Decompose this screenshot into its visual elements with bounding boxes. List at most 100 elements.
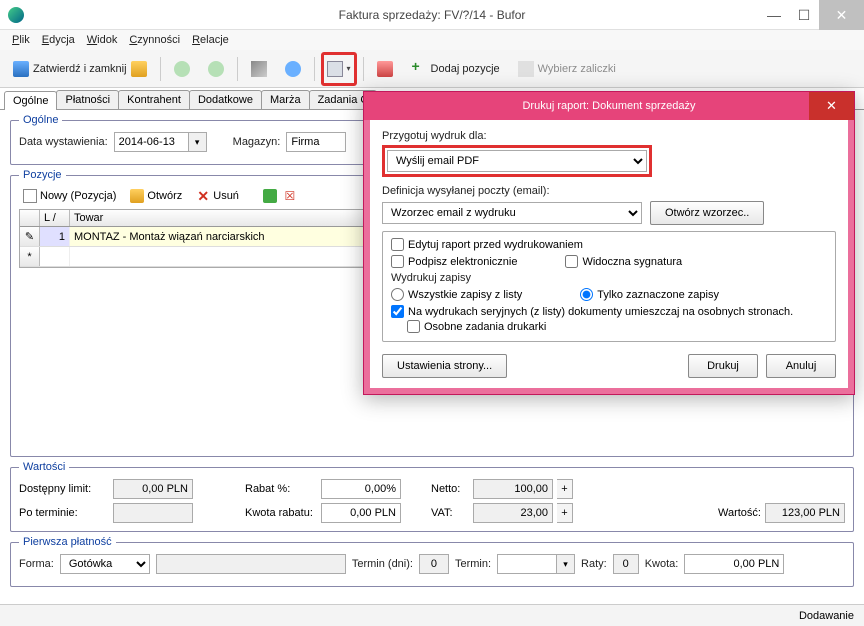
maximize-button[interactable]: ☐	[789, 0, 819, 30]
input-dostepny-limit	[113, 479, 193, 499]
label-netto: Netto:	[431, 483, 469, 495]
tools-icon	[251, 61, 267, 77]
tools-button[interactable]	[244, 55, 274, 83]
input-kwota-rabatu[interactable]	[321, 503, 401, 523]
pin-button[interactable]	[370, 55, 400, 83]
label-termin: Termin:	[455, 558, 491, 570]
label-forma: Forma:	[19, 558, 54, 570]
label-podpisz: Podpisz elektronicznie	[408, 256, 517, 268]
chk-edytuj-raport[interactable]	[391, 238, 404, 251]
label-rabat: Rabat %:	[245, 483, 317, 495]
col-lp[interactable]: L /	[40, 210, 70, 226]
input-termin[interactable]	[497, 554, 557, 574]
save-close-button[interactable]: Zatwierdź i zamknij	[6, 55, 154, 83]
label-widoczna-sygnatura: Widoczna sygnatura	[582, 256, 682, 268]
chk-widoczna-sygnatura[interactable]	[565, 255, 578, 268]
print-button[interactable]: ▾	[321, 52, 357, 86]
label-edytuj-raport: Edytuj raport przed wydrukowaniem	[408, 239, 583, 251]
tab-kontrahent[interactable]: Kontrahent	[118, 90, 190, 109]
select-forma[interactable]: Gotówka	[60, 554, 150, 574]
chevron-down-icon: ▾	[347, 64, 351, 73]
legend-ogolne: Ogólne	[19, 114, 62, 126]
tab-marza[interactable]: Marża	[261, 90, 310, 109]
legend-pozycje: Pozycje	[19, 169, 66, 181]
radio-wszystkie[interactable]	[391, 288, 404, 301]
arrow-right-icon	[208, 61, 224, 77]
nav-back-button[interactable]	[167, 55, 197, 83]
toolbar: Zatwierdź i zamknij ▾ Dodaj pozycje Wybi…	[0, 50, 864, 88]
select-advances-button[interactable]: Wybierz zaliczki	[511, 55, 623, 83]
printer-icon	[327, 61, 343, 77]
label-po-terminie: Po terminie:	[19, 507, 109, 519]
label-dostepny-limit: Dostępny limit:	[19, 483, 109, 495]
select-advances-label: Wybierz zaliczki	[538, 63, 616, 75]
nav-forward-button[interactable]	[201, 55, 231, 83]
cancel-button[interactable]: Anuluj	[766, 354, 836, 378]
page-settings-button[interactable]: Ustawienia strony...	[382, 354, 507, 378]
menu-edycja[interactable]: Edycja	[42, 34, 75, 46]
check-icon[interactable]	[263, 189, 277, 203]
label-wszystkie: Wszystkie zapisy z listy	[408, 289, 522, 301]
tab-platnosci[interactable]: Płatności	[56, 90, 119, 109]
dialog-title: Drukuj raport: Dokument sprzedaży	[522, 100, 695, 112]
menubar: Plik Edycja Widok Czynności Relacje	[0, 30, 864, 50]
termin-dropdown-button[interactable]: ▾	[557, 554, 575, 574]
input-netto	[473, 479, 553, 499]
input-termin-dni[interactable]	[419, 554, 449, 574]
minimize-button[interactable]: —	[759, 0, 789, 30]
statusbar: Dodawanie	[0, 604, 864, 626]
close-button[interactable]: ✕	[819, 0, 864, 30]
print-action-button[interactable]: Drukuj	[688, 354, 758, 378]
uncheck-icon[interactable]: ☒	[283, 189, 297, 203]
folder-open-icon	[130, 189, 144, 203]
label-wartosc: Wartość:	[718, 507, 761, 519]
select-przygotuj-wydruk[interactable]: Wyślij email PDF	[387, 150, 647, 172]
netto-plus-button[interactable]: +	[557, 479, 573, 499]
row-selector[interactable]: ✎	[20, 227, 40, 246]
delete-position-button[interactable]: ✕ Usuń	[192, 187, 243, 205]
label-kwota-rabatu: Kwota rabatu:	[245, 507, 317, 519]
input-data-wystawienia[interactable]	[114, 132, 189, 152]
chk-podpisz[interactable]	[391, 255, 404, 268]
open-position-button[interactable]: Otwórz	[126, 187, 186, 205]
menu-widok[interactable]: Widok	[87, 34, 118, 46]
add-positions-button[interactable]: Dodaj pozycje	[404, 55, 507, 83]
label-tylko-zaznaczone: Tylko zaznaczone zapisy	[597, 289, 719, 301]
label-data-wystawienia: Data wystawienia:	[19, 136, 108, 148]
chk-seryjne[interactable]	[391, 305, 404, 318]
select-def-poczty[interactable]: Wzorzec email z wydruku	[382, 202, 642, 224]
chk-osobne-zadania[interactable]	[407, 320, 420, 333]
new-position-button[interactable]: Nowy (Pozycja)	[19, 187, 120, 205]
date-dropdown-button[interactable]: ▾	[189, 132, 207, 152]
arrow-left-icon	[174, 61, 190, 77]
input-vat	[473, 503, 553, 523]
label-przygotuj: Przygotuj wydruk dla:	[382, 130, 836, 142]
document-icon	[23, 189, 37, 203]
legend-platnosc: Pierwsza płatność	[19, 536, 116, 548]
open-position-label: Otwórz	[147, 190, 182, 202]
input-rabat[interactable]	[321, 479, 401, 499]
group-wartosci: Wartości Dostępny limit: Rabat %: Netto:…	[10, 461, 854, 532]
window-title: Faktura sprzedaży: FV/?/14 - Bufor	[339, 8, 526, 22]
menu-plik[interactable]: Plik	[12, 34, 30, 46]
tab-ogolne[interactable]: Ogólne	[4, 91, 57, 110]
menu-czynnosci[interactable]: Czynności	[129, 34, 180, 46]
input-wartosc	[765, 503, 845, 523]
refresh-button[interactable]	[278, 55, 308, 83]
dialog-close-button[interactable]: ✕	[809, 92, 854, 120]
label-kwota: Kwota:	[645, 558, 679, 570]
input-kwota[interactable]	[684, 554, 784, 574]
label-seryjne: Na wydrukach seryjnych (z listy) dokumen…	[408, 306, 793, 318]
refresh-icon	[285, 61, 301, 77]
delete-position-label: Usuń	[213, 190, 239, 202]
input-magazyn[interactable]	[286, 132, 346, 152]
open-template-button[interactable]: Otwórz wzorzec..	[650, 201, 764, 225]
vat-plus-button[interactable]: +	[557, 503, 573, 523]
input-raty[interactable]	[613, 554, 639, 574]
menu-relacje[interactable]: Relacje	[192, 34, 229, 46]
input-forma-extra	[156, 554, 346, 574]
radio-tylko-zaznaczone[interactable]	[580, 288, 593, 301]
plus-icon	[411, 61, 427, 77]
save-close-label: Zatwierdź i zamknij	[33, 63, 127, 75]
tab-dodatkowe[interactable]: Dodatkowe	[189, 90, 262, 109]
